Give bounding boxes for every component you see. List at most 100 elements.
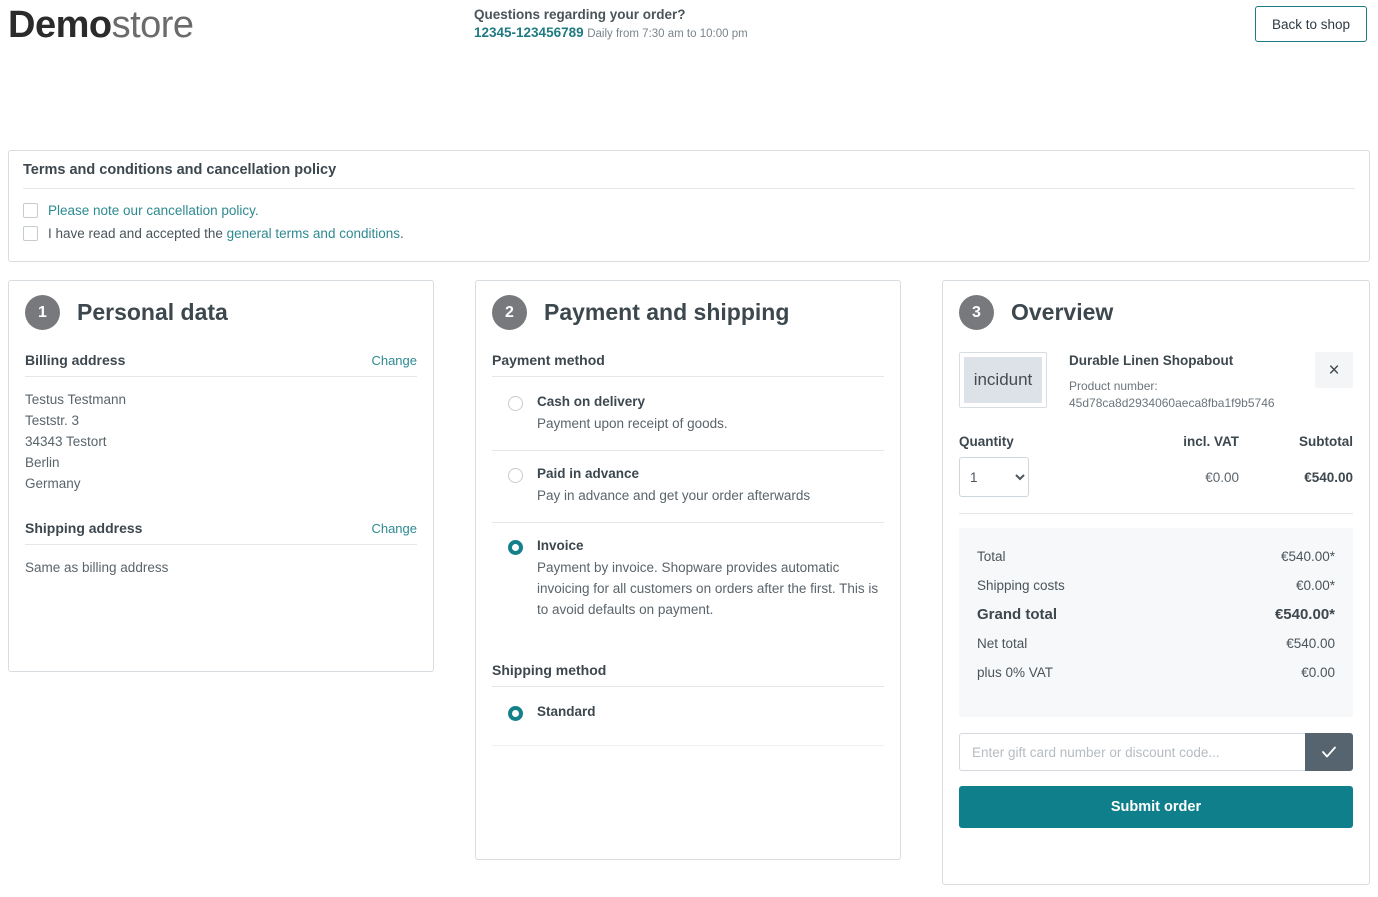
quantity-cell: 1 [959,457,1109,497]
payment-shipping-card: 2 Payment and shipping Payment method Ca… [475,280,901,860]
personal-data-header: 1 Personal data [25,295,417,330]
payment-method-title: Payment method [492,352,605,368]
shipping-address-change-link[interactable]: Change [371,521,417,536]
payment-method-header: Payment method [492,352,884,377]
shipping-address-block: Shipping address Change Same as billing … [25,520,417,578]
overview-card: 3 Overview incidunt Durable Linen Shopab… [942,280,1370,885]
subtotal-value: €540.00 [1304,469,1353,485]
payment-method-option[interactable]: Paid in advance Pay in advance and get y… [492,450,884,522]
total-row: Total €540.00* [977,542,1335,571]
cancellation-policy-link[interactable]: Please note our cancellation policy. [48,201,259,220]
payment-method-option[interactable]: Invoice Payment by invoice. Shopware pro… [492,522,884,636]
apply-gift-card-button[interactable] [1305,733,1353,771]
shipping-address-text: Same as billing address [25,560,169,575]
terms-panel-title: Terms and conditions and cancellation po… [23,162,1355,189]
shipping-method-body: Standard [537,703,884,721]
product-thumbnail[interactable]: incidunt [959,352,1047,408]
general-terms-link[interactable]: general terms and conditions [227,226,400,241]
total-row: plus 0% VAT €0.00 [977,658,1335,687]
page-header: Demostore Questions regarding your order… [0,0,1378,62]
cancellation-policy-checkbox[interactable] [23,203,38,218]
shipping-radio-standard[interactable] [508,706,523,721]
product-thumbnail-text: incidunt [964,357,1042,403]
total-label: Total [977,549,1006,564]
product-number: Product number: 45d78ca8d2934060aeca8fba… [1069,378,1315,412]
payment-method-body: Cash on delivery Payment upon receipt of… [537,393,884,434]
payment-method-label: Paid in advance [537,466,640,481]
step-badge-3: 3 [959,295,994,330]
cart-line-item: incidunt Durable Linen Shopabout Product… [959,352,1353,412]
terms-and-conditions-panel: Terms and conditions and cancellation po… [8,150,1370,262]
grand-total-label: Grand total [977,606,1058,623]
accept-terms-row[interactable]: I have read and accepted the general ter… [23,224,1355,243]
payment-method-desc: Pay in advance and get your order afterw… [537,488,811,503]
grand-total-value: €540.00* [1274,606,1335,623]
total-value: €540.00* [1280,549,1335,564]
shipping-divider [492,745,884,746]
payment-method-option[interactable]: Cash on delivery Payment upon receipt of… [492,379,884,450]
quantity-select[interactable]: 1 [959,457,1029,497]
total-value: €0.00 [1301,665,1335,680]
payment-method-label: Invoice [537,538,584,553]
vat-value: €0.00 [1205,469,1239,485]
back-to-shop-button[interactable]: Back to shop [1255,6,1367,42]
payment-radio-paid-in-advance[interactable] [508,468,523,483]
payment-method-desc: Payment upon receipt of goods. [537,416,728,431]
payment-method-list: Cash on delivery Payment upon receipt of… [492,379,884,636]
payment-radio-invoice[interactable] [508,540,523,555]
shipping-method-list: Standard [492,689,884,746]
total-value: €540.00 [1286,636,1335,651]
billing-address-change-link[interactable]: Change [371,353,417,368]
contact-block: Questions regarding your order? 12345-12… [474,5,748,43]
shipping-method-header: Shipping method [492,662,884,687]
site-logo[interactable]: Demostore [8,2,194,48]
step-badge-1: 1 [25,295,60,330]
accept-terms-suffix: . [400,226,404,241]
shipping-method-title: Shipping method [492,662,607,678]
personal-data-card: 1 Personal data Billing address Change T… [8,280,434,672]
total-label: Shipping costs [977,578,1065,593]
gift-card-input[interactable] [959,733,1305,771]
cancellation-policy-row[interactable]: Please note our cancellation policy. [23,201,1355,220]
column-header-vat: incl. VAT [1183,434,1239,449]
overview-header: 3 Overview [959,295,1353,330]
column-header-subtotal: Subtotal [1299,434,1353,449]
total-label: plus 0% VAT [977,665,1054,680]
personal-data-title: Personal data [77,299,228,325]
payment-shipping-title: Payment and shipping [544,299,790,325]
remove-item-button[interactable]: × [1315,352,1353,388]
shipping-address-title: Shipping address [25,520,143,536]
billing-line: 34343 Testort [25,434,107,449]
total-value: €0.00* [1295,578,1335,593]
logo-bold-text: Demo [8,4,112,46]
order-totals: Total €540.00* Shipping costs €0.00* Gra… [959,528,1353,717]
payment-method-desc: Payment by invoice. Shopware provides au… [537,560,879,617]
total-row: Shipping costs €0.00* [977,571,1335,600]
logo-light-text: store [111,4,194,46]
contact-phone[interactable]: 12345-123456789 [474,25,584,40]
submit-order-button[interactable]: Submit order [959,786,1353,828]
payment-method-body: Paid in advance Pay in advance and get y… [537,465,884,506]
shipping-method-label: Standard [537,704,596,719]
payment-shipping-header: 2 Payment and shipping [492,295,884,330]
shipping-address-header: Shipping address Change [25,520,417,545]
product-name[interactable]: Durable Linen Shopabout [1069,352,1315,370]
accept-terms-checkbox[interactable] [23,226,38,241]
billing-line: Germany [25,476,81,491]
close-icon: × [1328,360,1340,381]
shipping-method-option[interactable]: Standard [492,689,884,737]
checkout-columns: 1 Personal data Billing address Change T… [8,280,1370,885]
billing-address-block: Billing address Change Testus Testmann T… [25,352,417,494]
product-info: Durable Linen Shopabout Product number: … [1069,352,1315,412]
billing-line: Testus Testmann [25,392,127,407]
billing-address-title: Billing address [25,352,126,368]
contact-line: 12345-123456789 Daily from 7:30 am to 10… [474,24,748,43]
product-number-label: Product number: [1069,379,1158,393]
total-label: Net total [977,636,1028,651]
check-icon [1322,746,1336,758]
line-item-columns: Quantity incl. VAT Subtotal [959,434,1353,449]
column-header-quantity: Quantity [959,434,1014,449]
payment-method-label: Cash on delivery [537,394,646,409]
payment-radio-cash-on-delivery[interactable] [508,396,523,411]
overview-title: Overview [1011,299,1114,325]
